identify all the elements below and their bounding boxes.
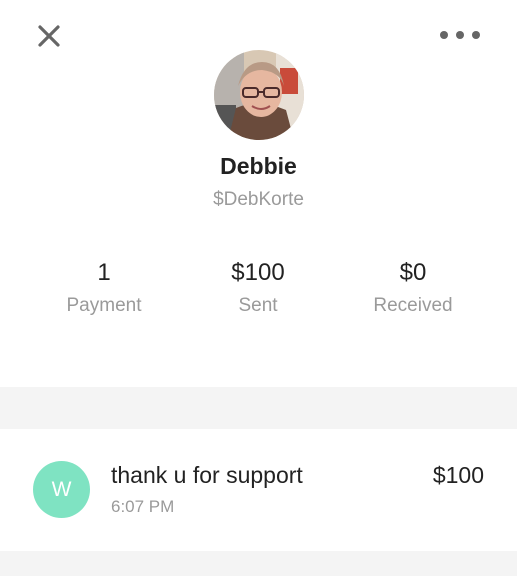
activity-amount: $100 <box>432 462 484 488</box>
stat-label: Sent <box>238 295 278 316</box>
stat-value: 1 <box>97 259 111 286</box>
profile-name: Debbie <box>220 153 297 179</box>
activity-row[interactable]: W thank u for support 6:07 PM $100 <box>0 429 517 551</box>
profile-avatar <box>214 50 304 140</box>
stat-sent: $100 Sent <box>178 258 338 318</box>
more-options-button[interactable] <box>436 22 486 48</box>
stat-value: $0 <box>399 259 427 286</box>
stat-value: $100 <box>231 259 285 286</box>
stat-label: Payment <box>66 295 142 316</box>
profile-photo <box>214 50 304 140</box>
stat-received: $0 Received <box>333 258 493 318</box>
stat-payments: 1 Payment <box>24 258 184 318</box>
stat-label: Received <box>373 295 453 316</box>
activity-title: thank u for support <box>111 462 303 488</box>
bottom-divider <box>0 551 517 576</box>
close-button[interactable] <box>33 20 65 52</box>
activity-time: 6:07 PM <box>111 497 175 516</box>
section-divider <box>0 387 517 429</box>
close-icon <box>38 25 60 47</box>
activity-avatar: W <box>33 461 90 518</box>
more-horizontal-icon <box>440 31 480 39</box>
profile-handle: $DebKorte <box>213 189 304 210</box>
